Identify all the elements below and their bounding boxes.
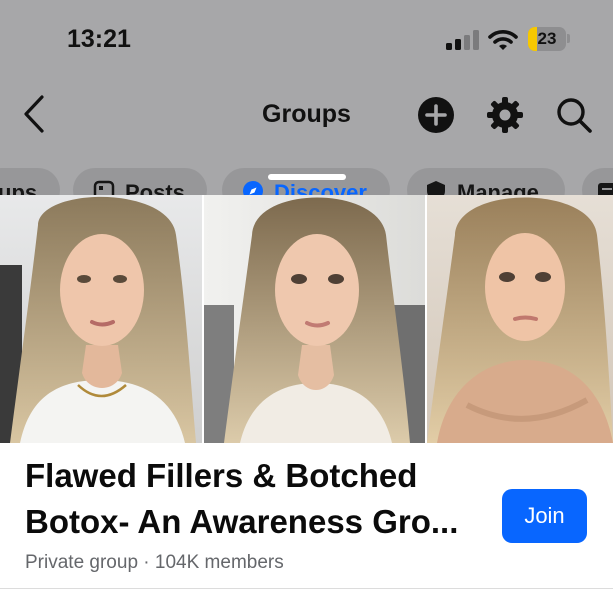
group-name-line-1: Flawed Fillers & Botched (25, 457, 418, 494)
battery-percent: 23 (537, 29, 557, 48)
group-cover-photo-3[interactable] (427, 195, 613, 443)
status-time: 13:21 (67, 25, 131, 53)
battery-nub (567, 34, 570, 43)
group-cover-photo-1[interactable] (0, 195, 202, 443)
divider (0, 588, 613, 589)
sheet-drag-handle[interactable] (268, 174, 346, 180)
group-name-line-2: Botox- An Awareness Gro... (25, 503, 459, 540)
wifi-icon (488, 30, 518, 50)
back-chevron-icon[interactable] (20, 94, 50, 134)
group-cover-photo-2[interactable] (204, 195, 425, 443)
join-button[interactable]: Join (502, 489, 587, 543)
battery-indicator: 23 (528, 27, 566, 51)
gear-icon[interactable] (486, 96, 524, 134)
cellular-signal-icon (446, 30, 479, 50)
status-bar: 13:21 23 (0, 0, 613, 80)
group-meta: Private group · 104K members (25, 552, 284, 573)
add-circle-icon[interactable] (417, 96, 455, 134)
group-name[interactable]: Flawed Fillers & Botched Botox- An Aware… (25, 453, 495, 545)
page-title: Groups (262, 100, 351, 128)
group-card-sheet: Flawed Fillers & Botched Botox- An Aware… (0, 195, 613, 600)
search-icon[interactable] (555, 96, 593, 134)
